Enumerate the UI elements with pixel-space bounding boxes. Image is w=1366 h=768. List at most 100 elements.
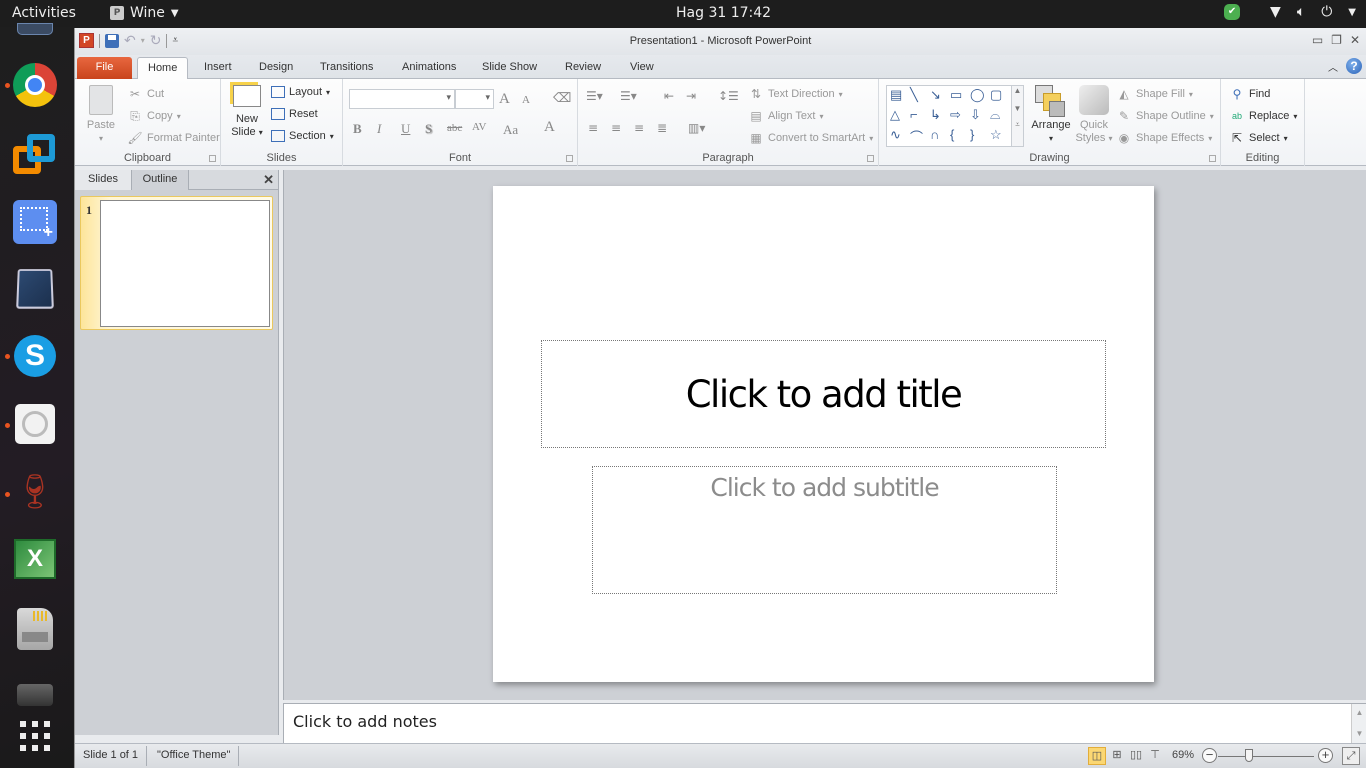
scroll-down-icon[interactable]: ▼	[1352, 729, 1366, 738]
underline-button[interactable]: U	[401, 121, 410, 137]
align-center-button[interactable]: ≡	[611, 121, 621, 135]
change-case-button[interactable]: Aa	[503, 122, 518, 138]
scribble-shape-icon[interactable]: ∿	[890, 127, 901, 143]
align-left-button[interactable]: ≡	[588, 121, 598, 135]
arrange-button[interactable]: Arrange ▾	[1029, 85, 1073, 145]
zoom-in-icon[interactable]: +	[1318, 748, 1333, 763]
paragraph-launcher-icon[interactable]	[867, 155, 874, 162]
reading-view-icon[interactable]: ▯▯	[1127, 747, 1145, 765]
numbering-button[interactable]: ☰▾	[620, 89, 637, 103]
notes-placeholder[interactable]: Click to add notes	[293, 712, 437, 731]
right-brace-shape-icon[interactable]: }	[970, 127, 974, 142]
shape-outline-button[interactable]: ✎ Shape Outline ▾	[1116, 108, 1214, 124]
normal-view-icon[interactable]: ◫	[1088, 747, 1106, 765]
minimize-icon[interactable]: ▭	[1312, 33, 1323, 47]
font-launcher-icon[interactable]	[566, 155, 573, 162]
tab-slide-show[interactable]: Slide Show	[472, 57, 547, 79]
increase-indent-button[interactable]: ⇥	[686, 89, 696, 103]
dock-virtualbox[interactable]	[12, 265, 58, 311]
triangle-shape-icon[interactable]: △	[890, 107, 900, 123]
notes-pane[interactable]: Click to add notes ▲ ▼	[283, 703, 1366, 744]
close-icon[interactable]: ✕	[1350, 33, 1360, 47]
oval-shape-icon[interactable]: ◯	[970, 87, 985, 103]
power-icon[interactable]: ⏻	[1321, 4, 1332, 20]
textbox-shape-icon[interactable]: ▤	[890, 87, 902, 103]
text-direction-button[interactable]: ⇅ Text Direction ▾	[748, 86, 843, 102]
select-button[interactable]: ⇱ Select ▾	[1229, 130, 1288, 146]
tab-review[interactable]: Review	[555, 57, 611, 79]
title-placeholder[interactable]: Click to add title	[541, 340, 1106, 448]
volume-icon[interactable]: 🔈︎	[1297, 4, 1305, 20]
reset-button[interactable]: Reset	[271, 108, 318, 120]
paste-button[interactable]: Paste ▾	[83, 85, 119, 145]
star-shape-icon[interactable]: ☆	[990, 127, 1002, 143]
bold-button[interactable]: B	[353, 121, 362, 137]
dock-chrome[interactable]	[12, 62, 58, 108]
fit-to-window-icon[interactable]: ⤢	[1342, 747, 1360, 765]
show-applications-button[interactable]	[12, 713, 58, 759]
drawing-launcher-icon[interactable]	[1209, 155, 1216, 162]
system-tray[interactable]: ✔ ▼ 🔈︎ ⏻ ▼	[1224, 4, 1356, 20]
zoom-level[interactable]: 69%	[1172, 749, 1194, 761]
freeform-shape-icon[interactable]: ⌓	[990, 107, 1000, 123]
tab-file[interactable]: File	[77, 57, 132, 79]
justify-button[interactable]: ≣	[657, 121, 667, 135]
columns-button[interactable]: ▥▾	[688, 121, 705, 135]
slide-thumbnail-selected[interactable]: 1	[80, 196, 273, 330]
dock-files[interactable]	[12, 21, 58, 37]
elbow-arrow-shape-icon[interactable]: ↳	[930, 107, 941, 123]
minimize-ribbon-icon[interactable]: ︿	[1328, 59, 1338, 74]
right-arrow-shape-icon[interactable]: ⇨	[950, 107, 961, 123]
clock[interactable]: Hag 31 17:42	[676, 5, 771, 21]
clipboard-launcher-icon[interactable]	[209, 155, 216, 162]
copy-button[interactable]: ⎘ Copy ▾	[127, 108, 181, 124]
tab-outline[interactable]: Outline	[132, 170, 189, 190]
dock-skype[interactable]: S	[12, 333, 58, 379]
quick-styles-button[interactable]: Quick Styles ▾	[1074, 85, 1114, 145]
tab-insert[interactable]: Insert	[194, 57, 242, 79]
shadow-button[interactable]: S	[425, 121, 432, 137]
section-button[interactable]: Section ▾	[271, 130, 334, 142]
tab-design[interactable]: Design	[249, 57, 303, 79]
rounded-rect-shape-icon[interactable]: ▢	[990, 87, 1002, 103]
tab-view[interactable]: View	[620, 57, 664, 79]
clear-formatting-icon[interactable]: ⌫	[553, 90, 571, 106]
close-icon[interactable]: ✕	[263, 172, 274, 188]
left-brace-shape-icon[interactable]: {	[950, 127, 954, 142]
layout-button[interactable]: Layout ▾	[271, 86, 330, 98]
restore-icon[interactable]: ❐	[1331, 33, 1342, 47]
scroll-down-icon[interactable]: ▼	[1012, 104, 1023, 113]
scroll-up-icon[interactable]: ▲	[1012, 86, 1023, 95]
tab-slides[interactable]: Slides	[75, 170, 132, 190]
cut-button[interactable]: ✂ Cut	[127, 86, 164, 102]
convert-smartart-button[interactable]: ▦ Convert to SmartArt ▾	[748, 130, 873, 146]
shape-fill-button[interactable]: ◭ Shape Fill ▾	[1116, 86, 1193, 102]
zoom-slider-track[interactable]	[1218, 756, 1314, 757]
character-spacing-button[interactable]: AV	[472, 121, 486, 133]
replace-button[interactable]: ab Replace ▾	[1229, 108, 1297, 124]
line-spacing-button[interactable]: ↕☰	[718, 89, 739, 103]
shape-effects-button[interactable]: ◉ Shape Effects ▾	[1116, 130, 1213, 146]
tab-animations[interactable]: Animations	[392, 57, 466, 79]
tab-transitions[interactable]: Transitions	[310, 57, 383, 79]
italic-button[interactable]: I	[377, 121, 381, 137]
app-menu[interactable]: P Wine ▼	[110, 5, 179, 21]
notes-scrollbar[interactable]: ▲ ▼	[1351, 704, 1366, 744]
grow-font-button[interactable]: A	[499, 91, 510, 108]
rectangle-shape-icon[interactable]: ▭	[950, 87, 962, 103]
dock-sd-card[interactable]	[12, 606, 58, 652]
zoom-out-icon[interactable]: −	[1202, 748, 1217, 763]
activities-button[interactable]: Activities	[12, 5, 76, 21]
down-arrow-shape-icon[interactable]: ⇩	[970, 107, 981, 123]
format-painter-button[interactable]: 🖌︎ Format Painter	[127, 130, 219, 146]
align-right-button[interactable]: ≡	[634, 121, 644, 135]
arrow-line-shape-icon[interactable]: ↘	[930, 87, 941, 103]
dock-drive[interactable]	[12, 672, 58, 718]
scroll-up-icon[interactable]: ▲	[1352, 708, 1366, 717]
more-icon[interactable]: ⩡	[1012, 120, 1023, 130]
slide-thumbnail[interactable]	[100, 200, 270, 327]
zoom-slider-thumb[interactable]	[1245, 749, 1254, 762]
elbow-connector-shape-icon[interactable]: ⌐	[910, 107, 918, 122]
curve-shape-icon[interactable]: ∩	[930, 127, 939, 142]
dock-excel[interactable]: X	[12, 536, 58, 582]
